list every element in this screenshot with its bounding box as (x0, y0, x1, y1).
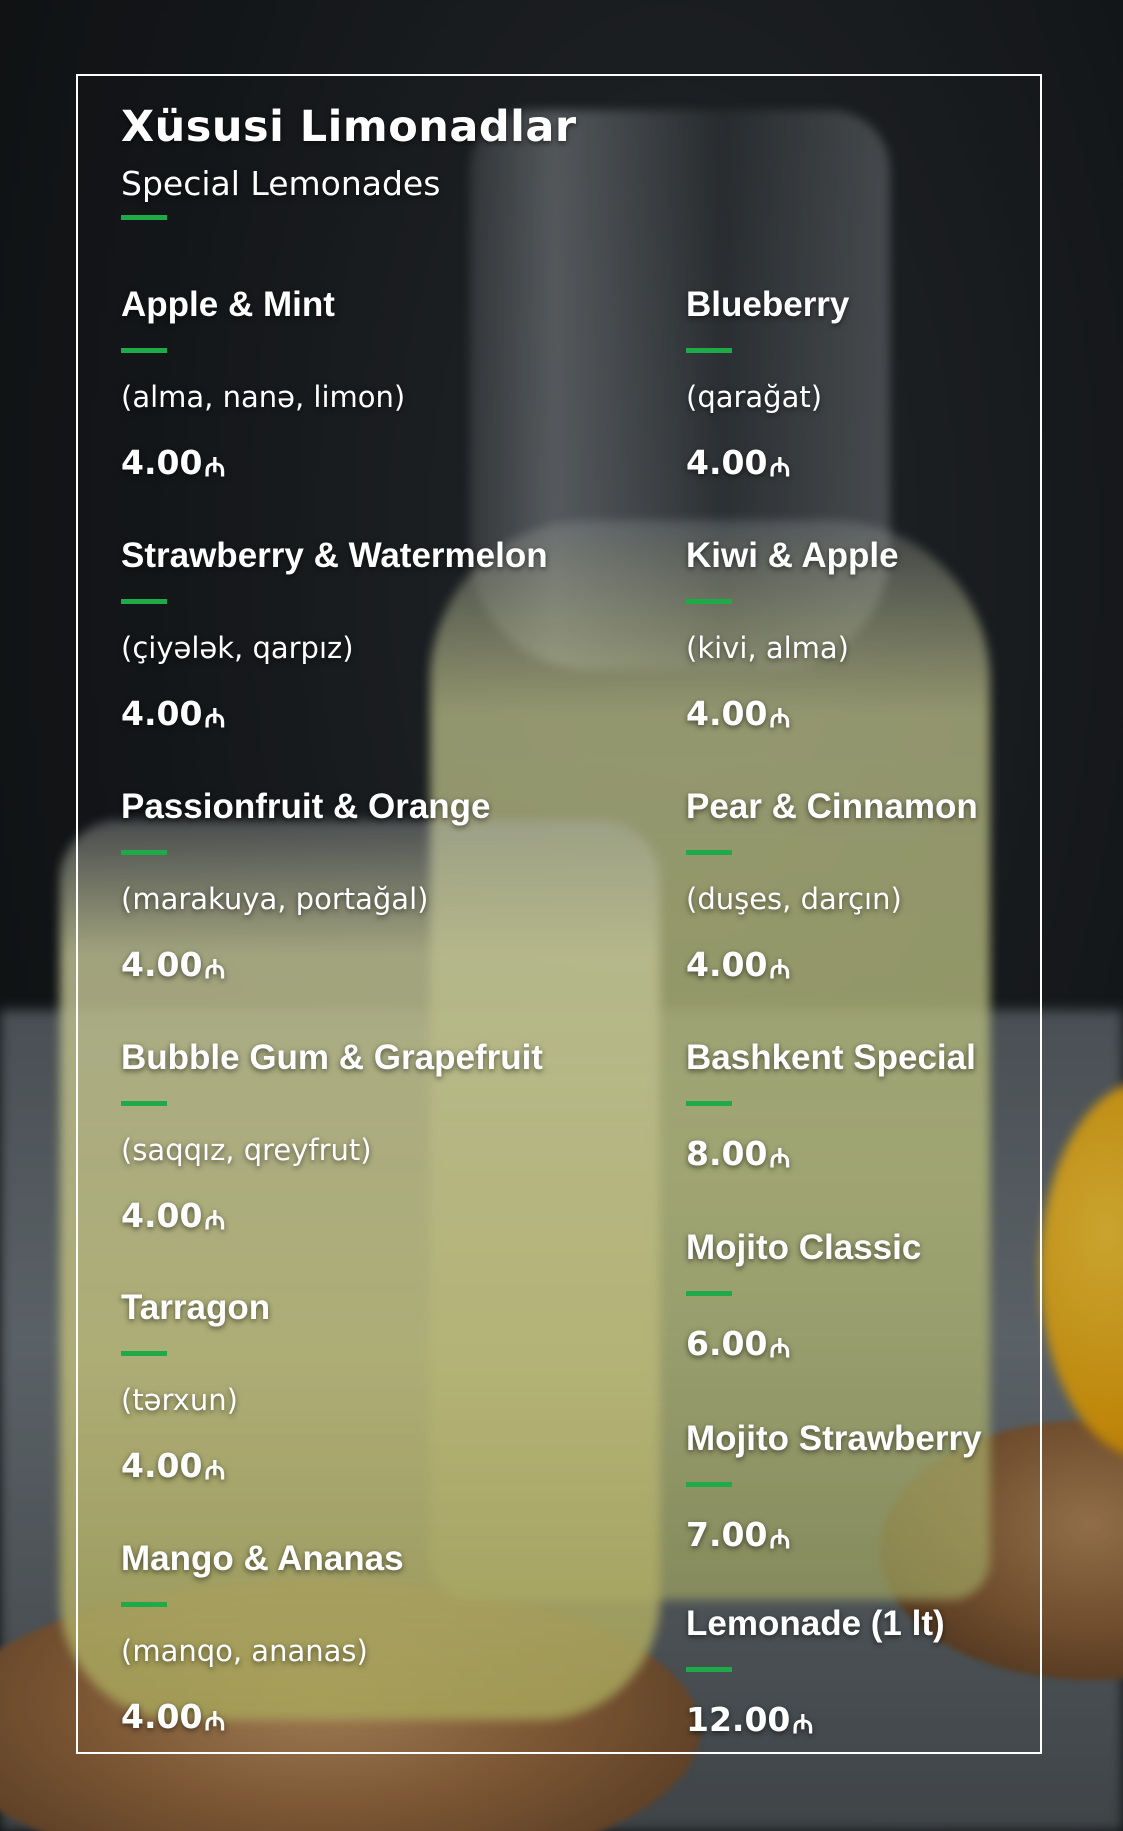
item-price: 4.00₼ (686, 443, 1123, 488)
item-accent-bar (686, 348, 732, 353)
item-price: 4.00₼ (121, 443, 591, 488)
item-name: Passionfruit & Orange (121, 787, 491, 826)
item-ingredients: (marakuya, portağal) (121, 882, 429, 916)
item-accent-bar (121, 1351, 167, 1356)
item-price: 12.00₼ (686, 1700, 1123, 1745)
manat-icon: ₼ (204, 704, 226, 734)
item-ingredients: (kivi, alma) (686, 631, 849, 665)
manat-icon: ₼ (204, 955, 226, 985)
item-ingredients: (qarağat) (686, 380, 823, 414)
item-name: Tarragon (121, 1288, 271, 1327)
item-accent-bar (121, 1602, 167, 1607)
item-accent-bar (121, 850, 167, 855)
item-name: Mojito Strawberry (686, 1419, 982, 1458)
item-price: 8.00₼ (686, 1134, 1123, 1179)
manat-icon: ₼ (204, 1456, 226, 1486)
item-name: Strawberry & Watermelon (121, 536, 548, 575)
item-ingredients: (tərxun) (121, 1383, 238, 1417)
item-price: 4.00₼ (121, 1196, 591, 1241)
title-accent-bar (121, 215, 167, 220)
menu-item-mojito-strawberry: Mojito Strawberry 7.00₼ (686, 1418, 1123, 1560)
item-price: 4.00₼ (121, 694, 591, 739)
item-price: 4.00₼ (121, 1697, 591, 1742)
manat-icon: ₼ (204, 453, 226, 483)
item-price: 7.00₼ (686, 1515, 1123, 1560)
manat-icon: ₼ (769, 1525, 791, 1555)
menu-item-pear-cinnamon: Pear & Cinnamon (duşes, darçın) 4.00₼ (686, 786, 1123, 990)
item-accent-bar (686, 850, 732, 855)
item-name: Blueberry (686, 285, 850, 324)
item-price: 4.00₼ (686, 945, 1123, 990)
item-name: Pear & Cinnamon (686, 787, 978, 826)
menu-subtitle: Special Lemonades (121, 164, 441, 203)
menu-title: Xüsusi Limonadlar (121, 102, 577, 152)
item-ingredients: (manqo, ananas) (121, 1634, 368, 1668)
item-accent-bar (686, 1482, 732, 1487)
item-name: Bashkent Special (686, 1038, 976, 1077)
item-ingredients: (saqqız, qreyfrut) (121, 1133, 372, 1167)
menu-item-bashkent-special: Bashkent Special 8.00₼ (686, 1037, 1123, 1179)
item-accent-bar (121, 1101, 167, 1106)
manat-icon: ₼ (204, 1206, 226, 1236)
item-name: Bubble Gum & Grapefruit (121, 1038, 543, 1077)
item-ingredients: (duşes, darçın) (686, 882, 902, 916)
manat-icon: ₼ (769, 955, 791, 985)
item-name: Lemonade (1 lt) (686, 1604, 945, 1643)
item-accent-bar (686, 599, 732, 604)
item-accent-bar (686, 1667, 732, 1672)
menu-item-strawberry-watermelon: Strawberry & Watermelon (çiyələk, qarpız… (121, 535, 591, 739)
item-name: Kiwi & Apple (686, 536, 899, 575)
manat-icon: ₼ (792, 1710, 814, 1740)
item-price: 4.00₼ (686, 694, 1123, 739)
manat-icon: ₼ (769, 453, 791, 483)
menu-item-blueberry: Blueberry (qarağat) 4.00₼ (686, 284, 1123, 488)
item-accent-bar (686, 1101, 732, 1106)
menu-item-apple-mint: Apple & Mint (alma, nanə, limon) 4.00₼ (121, 284, 591, 488)
manat-icon: ₼ (769, 1334, 791, 1364)
item-accent-bar (121, 348, 167, 353)
menu-item-bubblegum-grapefruit: Bubble Gum & Grapefruit (saqqız, qreyfru… (121, 1037, 591, 1241)
item-name: Mojito Classic (686, 1228, 922, 1267)
item-ingredients: (çiyələk, qarpız) (121, 631, 354, 665)
manat-icon: ₼ (204, 1707, 226, 1737)
menu-item-tarragon: Tarragon (tərxun) 4.00₼ (121, 1287, 591, 1491)
item-ingredients: (alma, nanə, limon) (121, 380, 406, 414)
item-name: Mango & Ananas (121, 1539, 404, 1578)
item-accent-bar (686, 1291, 732, 1296)
menu-item-mojito-classic: Mojito Classic 6.00₼ (686, 1227, 1123, 1369)
item-price: 4.00₼ (121, 1446, 591, 1491)
item-name: Apple & Mint (121, 285, 335, 324)
item-accent-bar (121, 599, 167, 604)
menu-item-kiwi-apple: Kiwi & Apple (kivi, alma) 4.00₼ (686, 535, 1123, 739)
item-price: 6.00₼ (686, 1324, 1123, 1369)
item-price: 4.00₼ (121, 945, 591, 990)
manat-icon: ₼ (769, 1144, 791, 1174)
menu-item-lemonade-1lt: Lemonade (1 lt) 12.00₼ (686, 1603, 1123, 1745)
menu-item-mango-ananas: Mango & Ananas (manqo, ananas) 4.00₼ (121, 1538, 591, 1742)
manat-icon: ₼ (769, 704, 791, 734)
menu-item-passionfruit-orange: Passionfruit & Orange (marakuya, portağa… (121, 786, 591, 990)
